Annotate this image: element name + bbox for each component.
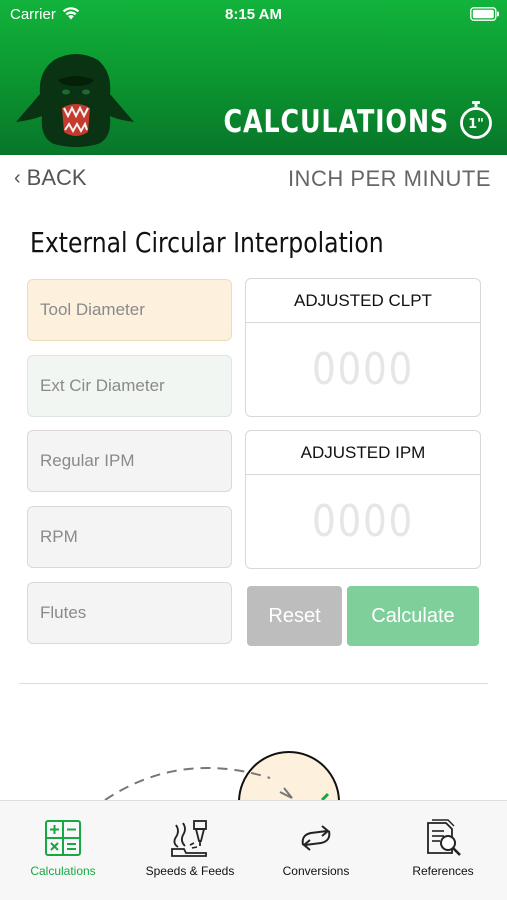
tab-label: Calculations <box>30 864 96 878</box>
adjusted-ipm-panel: ADJUSTED IPM 0000 <box>245 430 481 569</box>
stopwatch-badge: 1" <box>468 117 484 132</box>
header-title: CALCULATIONS <box>223 104 449 140</box>
tab-bar: Calculations Speeds & Feeds Conversions <box>0 800 507 900</box>
tab-label: References <box>412 864 474 878</box>
section-divider <box>19 683 488 684</box>
mode-label: INCH PER MINUTE <box>287 166 491 191</box>
interpolation-diagram <box>104 751 340 800</box>
adjusted-clpt-value: 0000 <box>312 344 414 395</box>
adjusted-clpt-panel: ADJUSTED CLPT 0000 <box>245 278 481 417</box>
tab-label: Conversions <box>282 864 350 878</box>
cutting-tool-icon <box>171 820 207 857</box>
status-bar: Carrier 8:15 AM <box>0 0 507 30</box>
tab-references[interactable]: References <box>396 801 490 900</box>
stopwatch-icon: 1" <box>460 101 492 139</box>
gorilla-logo-icon <box>16 54 134 147</box>
regular-ipm-input[interactable] <box>27 430 232 492</box>
adjusted-clpt-label: ADJUSTED CLPT <box>246 279 480 323</box>
adjusted-ipm-label: ADJUSTED IPM <box>246 431 480 475</box>
tool-diameter-input[interactable] <box>27 279 232 341</box>
conversion-arrows-icon <box>301 825 331 851</box>
flutes-input[interactable] <box>27 582 232 644</box>
rpm-input[interactable] <box>27 506 232 568</box>
tab-conversions[interactable]: Conversions <box>268 801 364 900</box>
chevron-left-icon: ‹ <box>14 166 21 189</box>
calculator-icon <box>45 820 81 856</box>
back-button[interactable]: ‹ BACK <box>14 164 87 192</box>
page-title: External Circular Interpolation <box>30 226 384 259</box>
clock-time: 8:15 AM <box>225 6 282 23</box>
document-search-icon <box>427 819 461 856</box>
battery-icon <box>470 7 499 21</box>
back-label: BACK <box>26 165 87 190</box>
calculate-button[interactable]: Calculate <box>347 586 479 646</box>
reset-button[interactable]: Reset <box>247 586 342 646</box>
tab-label: Speeds & Feeds <box>145 864 235 878</box>
tab-calculations[interactable]: Calculations <box>12 801 114 900</box>
adjusted-ipm-value: 0000 <box>312 496 414 547</box>
tab-speeds-feeds[interactable]: Speeds & Feeds <box>138 801 242 900</box>
ext-cir-diameter-input[interactable] <box>27 355 232 417</box>
app-header: Carrier 8:15 AM CALCULATIONS 1" <box>0 0 507 155</box>
